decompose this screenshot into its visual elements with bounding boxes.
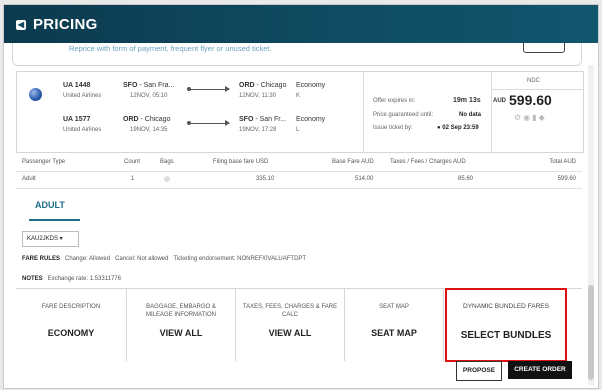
departure-airport: ORD - Chicago <box>123 116 171 123</box>
fare-rules: FARE RULES Change: Allowed Cancel: Not a… <box>22 256 306 262</box>
offer-card: UA 1448 United Airlines SFO - San Fra...… <box>16 71 584 153</box>
price-guaranteed-label: Price guaranteed until: <box>373 112 434 118</box>
cabin: Economy <box>296 82 326 89</box>
fare-rules-label: FARE RULES <box>22 256 61 262</box>
divider <box>491 89 583 90</box>
reprice-button[interactable] <box>523 43 565 53</box>
arrival-airport: ORD - Chicago <box>239 82 287 89</box>
booking-class: L <box>296 127 300 133</box>
table-cell: 599.60 <box>557 176 576 182</box>
column-header: Count <box>124 159 141 165</box>
offer-expires-label: Offer expires in: <box>373 98 416 104</box>
column-value: ECONOMY <box>47 328 95 338</box>
departure-time: 19NOV, 14:35 <box>130 127 168 133</box>
column-header: Base Fare AUD <box>332 159 374 165</box>
column-header: Filing base fare USD <box>213 159 269 165</box>
issue-ticket-value: ● 02 Sep 23:59 <box>437 125 479 131</box>
column-label: TAXES, FEES, CHARGES & FARE CALC <box>242 304 338 318</box>
column-value: VIEW ALL <box>268 328 312 338</box>
column-header: Bags <box>160 159 174 165</box>
column-value: VIEW ALL <box>159 328 203 338</box>
column-label: BAGGAGE, EMBARGO & MILEAGE INFORMATION <box>146 304 216 318</box>
reprice-panel: Reprice with form of payment, frequent f… <box>12 43 582 66</box>
table-cell: 1 <box>131 176 135 182</box>
back-icon[interactable]: ◀ <box>16 20 26 30</box>
total-price: 599.60 <box>509 92 552 108</box>
table-cell: 514.00 <box>355 176 374 182</box>
notes-label: NOTES <box>22 276 43 282</box>
scrollbar-thumb[interactable] <box>588 285 594 380</box>
column-header: Taxes / Fees / Charges AUD <box>390 159 466 165</box>
notes: NOTES Exchange rate: 1.53311776 <box>22 276 121 282</box>
table-cell: Adult <box>22 176 36 182</box>
table-header: Passenger Type Count Bags Filing base fa… <box>16 155 582 172</box>
departure-time: 12NOV, 05:10 <box>130 93 168 99</box>
departure-airport: SFO - San Fra... <box>123 82 175 89</box>
tag-icon[interactable]: ◆ <box>539 113 547 122</box>
divider <box>491 72 492 152</box>
route-arrow <box>187 86 230 92</box>
baggage-column[interactable]: BAGGAGE, EMBARGO & MILEAGE INFORMATION V… <box>127 289 236 361</box>
arrival-time: 19NOV, 17:28 <box>239 127 277 133</box>
fare-basis-select[interactable]: KAU2JKDS ▾ <box>22 231 79 247</box>
cabin: Economy <box>296 116 326 123</box>
endorsement-rule: Ticketing endorsement: NONREF/0VALUAFTDP… <box>173 256 307 262</box>
price-guaranteed-value: No data <box>459 112 482 118</box>
united-airlines-logo <box>29 88 42 101</box>
currency-label: AUD <box>493 98 506 104</box>
taxes-column[interactable]: TAXES, FEES, CHARGES & FARE CALC VIEW AL… <box>236 289 345 361</box>
flight-number: UA 1577 <box>63 116 91 123</box>
table-row: Adult 1 335.10 514.00 85.60 599.60 <box>16 172 582 189</box>
dynamic-bundled-fares-column[interactable]: DYNAMIC BUNDLED FARES SELECT BUNDLES <box>445 288 567 362</box>
divider <box>363 72 364 152</box>
offer-expires-value: 19m 13s <box>453 97 481 104</box>
gear-icon[interactable]: ⚙ <box>514 113 523 122</box>
airline-name: United Airlines <box>63 127 102 133</box>
bag-icon <box>164 176 170 182</box>
cancel-rule: Cancel: Not allowed <box>115 256 169 262</box>
table-cell: 85.60 <box>458 176 474 182</box>
column-value: SEAT MAP <box>371 328 417 338</box>
arrival-time: 12NOV, 11:30 <box>239 93 277 99</box>
header-bar: ◀ PRICING <box>4 5 598 43</box>
change-rule: Change: Allowed <box>65 256 111 262</box>
info-icon[interactable]: ◉ <box>523 113 532 122</box>
propose-button[interactable]: PROPOSE <box>456 361 502 381</box>
fare-description-column[interactable]: FARE DESCRIPTION ECONOMY <box>16 289 127 361</box>
ndc-label: NDC <box>527 78 540 84</box>
booking-class: K <box>296 93 301 99</box>
arrival-airport: SFO - San Fr... <box>239 116 287 123</box>
scrollbar[interactable] <box>588 65 594 385</box>
route-arrow <box>187 120 230 126</box>
reprice-text: Reprice with form of payment, frequent f… <box>69 44 272 53</box>
pricing-window: ◀ PRICING Reprice with form of payment, … <box>3 4 599 389</box>
tab-adult[interactable]: ADULT <box>35 200 65 210</box>
create-order-button[interactable]: CREATE ORDER <box>508 361 572 379</box>
exchange-rate: Exchange rate: 1.53311776 <box>47 276 121 282</box>
seat-map-column[interactable]: SEAT MAP SEAT MAP <box>345 289 444 361</box>
tab-underline <box>29 219 80 221</box>
airline-name: United Airlines <box>63 93 102 99</box>
page-title: PRICING <box>33 16 98 33</box>
column-label: FARE DESCRIPTION <box>41 304 101 310</box>
column-header: Total AUD <box>549 159 576 165</box>
flight-number: UA 1448 <box>63 82 91 89</box>
column-label: SEAT MAP <box>379 304 409 310</box>
column-header: Passenger Type <box>22 159 66 165</box>
select-bundles-button[interactable]: SELECT BUNDLES <box>447 330 565 341</box>
column-label: DYNAMIC BUNDLED FARES <box>463 303 549 310</box>
clock-icon: ● <box>437 125 441 131</box>
table-cell: 335.10 <box>256 176 275 182</box>
issue-ticket-label: Issue ticket by: <box>373 125 413 131</box>
offer-actions: ⚙◉▮◆ <box>514 113 547 122</box>
